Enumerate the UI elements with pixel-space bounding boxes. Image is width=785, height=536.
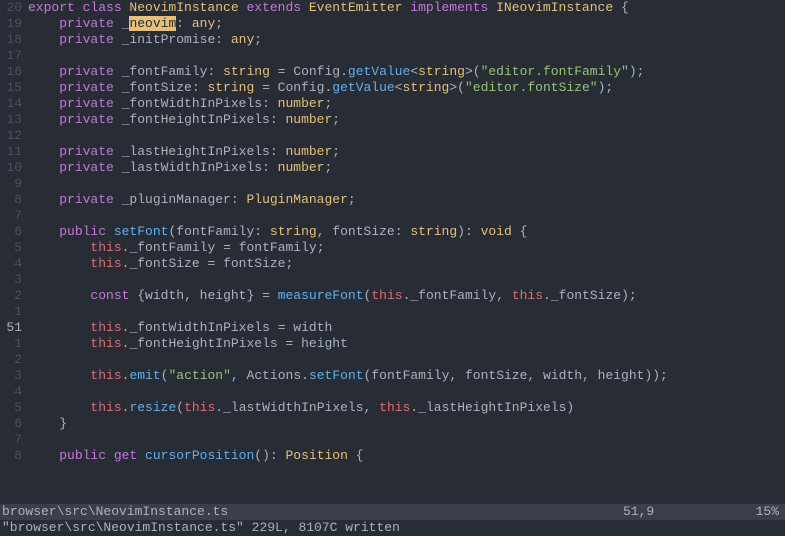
line-number: 8 (0, 192, 22, 208)
command-line[interactable]: "browser\src\NeovimInstance.ts" 229L, 81… (0, 520, 785, 536)
code-line[interactable]: this._fontSize = fontSize; (28, 256, 785, 272)
line-number: 51 (0, 320, 22, 336)
line-number: 5 (0, 240, 22, 256)
code-line[interactable] (28, 304, 785, 320)
editor-area[interactable]: 2019181716151413121110987654321511234567… (0, 0, 785, 502)
code-line[interactable] (28, 176, 785, 192)
code-line[interactable]: public setFont(fontFamily: string, fontS… (28, 224, 785, 240)
line-number: 15 (0, 80, 22, 96)
code-line[interactable]: this.emit("action", Actions.setFont(font… (28, 368, 785, 384)
line-number: 11 (0, 144, 22, 160)
code-line[interactable]: private _initPromise: any; (28, 32, 785, 48)
code-line[interactable]: } (28, 416, 785, 432)
code-content[interactable]: export class NeovimInstance extends Even… (28, 0, 785, 502)
code-line[interactable] (28, 128, 785, 144)
line-number: 7 (0, 432, 22, 448)
code-line[interactable]: private _pluginManager: PluginManager; (28, 192, 785, 208)
code-line[interactable]: this._fontFamily = fontFamily; (28, 240, 785, 256)
code-line[interactable]: private _lastHeightInPixels: number; (28, 144, 785, 160)
code-line[interactable]: private _lastWidthInPixels: number; (28, 160, 785, 176)
line-number: 17 (0, 48, 22, 64)
code-line[interactable]: export class NeovimInstance extends Even… (28, 0, 785, 16)
line-number: 4 (0, 256, 22, 272)
code-line[interactable] (28, 352, 785, 368)
code-line[interactable]: private _fontWidthInPixels: number; (28, 96, 785, 112)
code-line[interactable]: const {width, height} = measureFont(this… (28, 288, 785, 304)
line-number: 6 (0, 224, 22, 240)
code-line[interactable]: private _fontHeightInPixels: number; (28, 112, 785, 128)
line-number: 4 (0, 384, 22, 400)
code-line[interactable] (28, 48, 785, 64)
line-number: 13 (0, 112, 22, 128)
code-line[interactable] (28, 432, 785, 448)
line-number: 3 (0, 368, 22, 384)
line-number: 6 (0, 416, 22, 432)
line-number: 2 (0, 352, 22, 368)
line-number: 7 (0, 208, 22, 224)
status-percent: 15% (743, 504, 783, 520)
line-number: 1 (0, 304, 22, 320)
line-number: 19 (0, 16, 22, 32)
line-number: 20 (0, 0, 22, 16)
status-bar: browser\src\NeovimInstance.ts 51,9 15% (0, 504, 785, 520)
line-number: 18 (0, 32, 22, 48)
status-position: 51,9 (623, 504, 743, 520)
cmdline-text: "browser\src\NeovimInstance.ts" 229L, 81… (2, 520, 400, 535)
line-number: 3 (0, 272, 22, 288)
code-line[interactable]: this.resize(this._lastWidthInPixels, thi… (28, 400, 785, 416)
code-line[interactable]: public get cursorPosition(): Position { (28, 448, 785, 464)
code-line[interactable] (28, 272, 785, 288)
line-number: 2 (0, 288, 22, 304)
line-number: 8 (0, 448, 22, 464)
code-line[interactable] (28, 208, 785, 224)
status-file: browser\src\NeovimInstance.ts (2, 504, 623, 520)
code-line[interactable]: private _neovim: any; (28, 16, 785, 32)
line-number: 14 (0, 96, 22, 112)
line-number: 9 (0, 176, 22, 192)
code-line[interactable] (28, 384, 785, 400)
line-number-gutter: 2019181716151413121110987654321511234567… (0, 0, 28, 502)
line-number: 1 (0, 336, 22, 352)
code-line[interactable]: private _fontFamily: string = Config.get… (28, 64, 785, 80)
code-line[interactable]: this._fontWidthInPixels = width (28, 320, 785, 336)
code-line[interactable]: this._fontHeightInPixels = height (28, 336, 785, 352)
code-line[interactable]: private _fontSize: string = Config.getVa… (28, 80, 785, 96)
line-number: 10 (0, 160, 22, 176)
line-number: 5 (0, 400, 22, 416)
line-number: 12 (0, 128, 22, 144)
line-number: 16 (0, 64, 22, 80)
